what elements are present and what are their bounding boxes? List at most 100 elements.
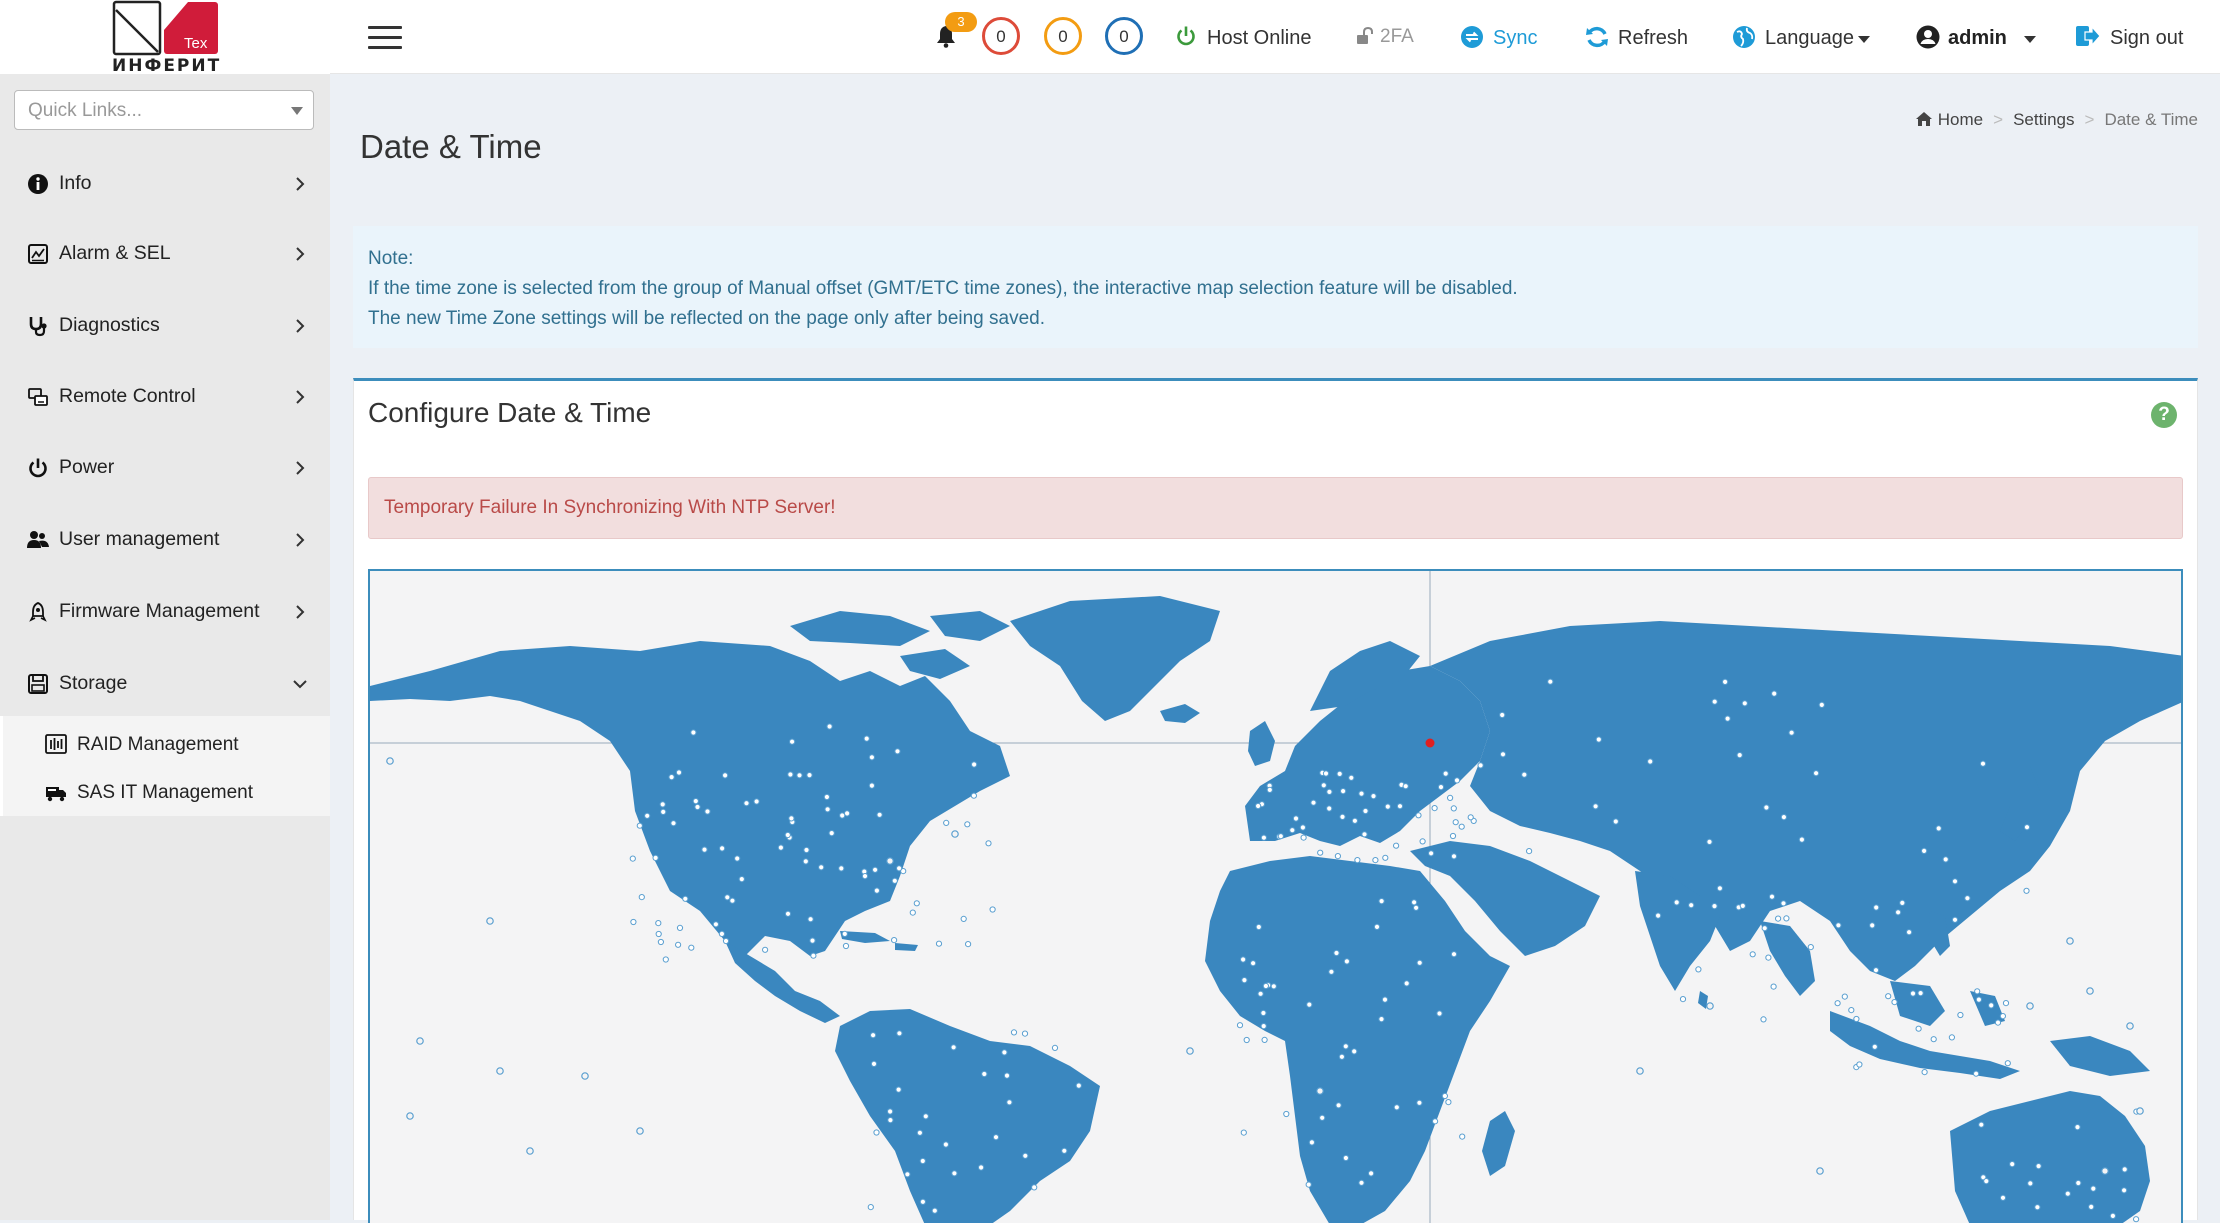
city-marker[interactable]: [1378, 898, 1385, 905]
city-marker[interactable]: [1885, 993, 1892, 1000]
city-marker[interactable]: [1075, 1082, 1082, 1089]
city-marker[interactable]: [2027, 1180, 2034, 1187]
city-marker[interactable]: [2133, 1216, 2140, 1223]
city-marker[interactable]: [657, 938, 664, 946]
city-marker[interactable]: [1673, 899, 1680, 906]
city-marker[interactable]: [1320, 782, 1327, 789]
city-marker[interactable]: [659, 801, 666, 808]
city-marker[interactable]: [2090, 1185, 2097, 1192]
city-marker[interactable]: [784, 910, 792, 917]
city-marker[interactable]: [1250, 960, 1257, 967]
city-marker[interactable]: [1921, 847, 1928, 854]
city-marker[interactable]: [1022, 1152, 1029, 1159]
city-marker[interactable]: [694, 803, 701, 811]
city-marker[interactable]: [1260, 834, 1268, 841]
city-marker[interactable]: [978, 1164, 985, 1171]
city-marker[interactable]: [1316, 1087, 1324, 1095]
twofa-button[interactable]: 2FA: [1356, 0, 1416, 74]
city-marker[interactable]: [692, 798, 699, 805]
city-marker[interactable]: [2121, 1187, 2128, 1194]
city-marker[interactable]: [1416, 1099, 1423, 1106]
city-marker[interactable]: [1873, 904, 1880, 911]
city-marker[interactable]: [644, 812, 651, 819]
city-marker[interactable]: [1895, 909, 1902, 916]
city-marker[interactable]: [486, 917, 494, 925]
city-marker[interactable]: [896, 1030, 903, 1037]
city-marker[interactable]: [1948, 1034, 1956, 1041]
city-marker[interactable]: [1261, 1036, 1268, 1043]
city-marker[interactable]: [810, 952, 817, 959]
warning-count[interactable]: 0: [1044, 17, 1082, 55]
city-marker[interactable]: [943, 819, 950, 826]
city-marker[interactable]: [1647, 758, 1654, 765]
city-marker[interactable]: [1310, 799, 1317, 806]
city-marker[interactable]: [777, 844, 784, 851]
city-marker[interactable]: [1957, 1011, 1964, 1019]
city-marker[interactable]: [712, 921, 719, 928]
city-marker[interactable]: [1322, 770, 1330, 777]
city-marker[interactable]: [1186, 1047, 1194, 1055]
city-marker[interactable]: [668, 774, 675, 781]
city-marker[interactable]: [1951, 916, 1959, 923]
city-marker[interactable]: [1393, 842, 1400, 849]
city-marker[interactable]: [873, 1129, 880, 1136]
city-marker[interactable]: [1289, 827, 1296, 834]
city-marker[interactable]: [1834, 1000, 1841, 1007]
hamburger-menu-icon[interactable]: [368, 24, 404, 50]
city-marker[interactable]: [1679, 996, 1687, 1003]
city-marker[interactable]: [891, 937, 898, 944]
city-marker[interactable]: [868, 782, 875, 789]
city-marker[interactable]: [951, 1170, 958, 1177]
city-marker[interactable]: [1841, 993, 1848, 1000]
city-marker[interactable]: [1382, 854, 1389, 861]
city-marker[interactable]: [1813, 770, 1820, 777]
city-marker[interactable]: [2121, 1166, 2128, 1173]
city-marker[interactable]: [762, 946, 769, 953]
city-marker[interactable]: [1343, 958, 1351, 965]
city-marker[interactable]: [1447, 794, 1454, 801]
city-marker[interactable]: [1061, 1147, 1068, 1154]
city-marker[interactable]: [1381, 996, 1389, 1003]
city-marker[interactable]: [1336, 770, 1343, 777]
city-marker[interactable]: [844, 810, 851, 817]
city-marker[interactable]: [1891, 999, 1898, 1006]
city-marker[interactable]: [1333, 949, 1340, 957]
city-marker[interactable]: [1372, 857, 1379, 864]
city-marker[interactable]: [1339, 813, 1346, 820]
city-marker[interactable]: [1384, 803, 1391, 810]
sidebar-item-alarm-sel[interactable]: Alarm & SEL: [0, 226, 330, 282]
city-marker[interactable]: [1335, 1102, 1342, 1109]
language-dropdown[interactable]: Language: [1732, 0, 1872, 74]
city-marker[interactable]: [1467, 814, 1474, 821]
city-marker[interactable]: [1716, 885, 1724, 892]
city-marker[interactable]: [1396, 803, 1404, 810]
city-marker[interactable]: [1373, 923, 1381, 930]
city-marker[interactable]: [1003, 1072, 1011, 1079]
city-marker[interactable]: [861, 873, 869, 880]
city-marker[interactable]: [886, 857, 894, 865]
city-marker[interactable]: [876, 811, 883, 818]
city-marker[interactable]: [1326, 805, 1333, 812]
city-marker[interactable]: [787, 771, 794, 778]
city-marker[interactable]: [704, 808, 711, 815]
city-marker[interactable]: [887, 1108, 894, 1115]
city-marker[interactable]: [789, 738, 796, 745]
city-marker[interactable]: [1807, 944, 1814, 951]
city-marker[interactable]: [652, 854, 659, 861]
city-marker[interactable]: [1951, 878, 1959, 885]
city-marker[interactable]: [1975, 996, 1983, 1003]
city-marker[interactable]: [1308, 1139, 1316, 1146]
city-marker[interactable]: [1006, 1099, 1013, 1106]
city-marker[interactable]: [1319, 1114, 1326, 1121]
city-marker[interactable]: [701, 846, 708, 853]
city-marker[interactable]: [1499, 711, 1506, 719]
city-marker[interactable]: [2075, 1179, 2082, 1187]
city-marker[interactable]: [1358, 1179, 1365, 1186]
city-marker[interactable]: [1749, 951, 1756, 958]
city-marker[interactable]: [904, 1171, 911, 1178]
city-marker[interactable]: [386, 757, 394, 765]
city-marker[interactable]: [636, 822, 643, 829]
city-marker[interactable]: [1358, 790, 1365, 797]
city-marker[interactable]: [922, 1113, 929, 1120]
city-marker[interactable]: [965, 941, 972, 948]
